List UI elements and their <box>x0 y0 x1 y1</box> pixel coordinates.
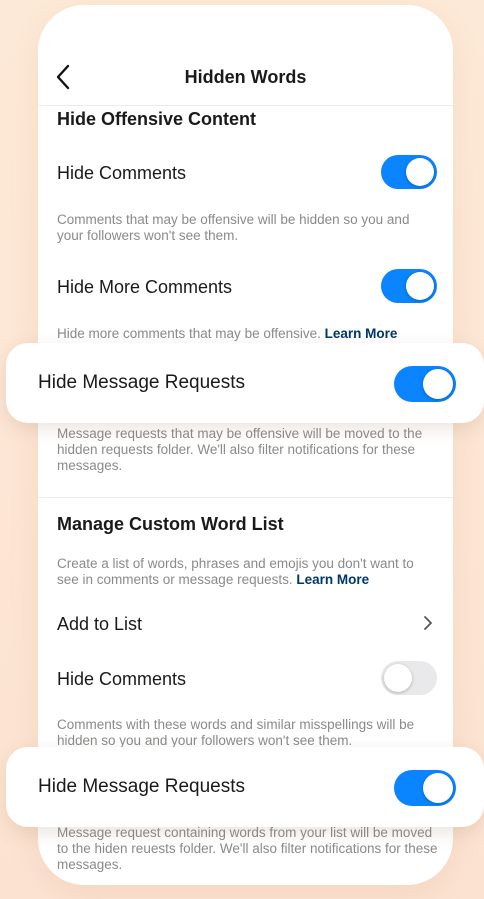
hide-comments-label: Hide Comments <box>57 163 187 183</box>
page-title: Hidden Words <box>184 67 307 87</box>
add-to-list-row[interactable]: Add to List <box>38 601 453 645</box>
hide-comments-description: Comments that may be offensive will be h… <box>57 212 410 243</box>
custom-hide-comments-label: Hide Comments <box>57 669 187 689</box>
toggle-knob <box>406 158 434 186</box>
section-title-custom-word-list: Manage Custom Word List <box>57 514 284 534</box>
section-title-offensive: Hide Offensive Content <box>57 109 257 129</box>
toggle-knob <box>423 369 453 399</box>
custom-hide-comments-toggle[interactable] <box>381 661 437 695</box>
add-to-list-label: Add to List <box>57 614 143 634</box>
hide-more-comments-label: Hide More Comments <box>57 277 233 297</box>
description-text: Hide more comments that may be offensive… <box>57 326 321 341</box>
section-divider <box>38 497 453 498</box>
custom-word-list-description: Create a list of words, phrases and emoj… <box>57 556 437 588</box>
toggle-knob <box>423 773 453 803</box>
custom-hide-message-requests-card: Hide Message Requests <box>6 747 484 827</box>
learn-more-link[interactable]: Learn More <box>325 326 398 341</box>
hide-message-requests-label: Hide Message Requests <box>38 372 245 393</box>
hide-more-comments-description: Hide more comments that may be offensive… <box>57 326 447 342</box>
chevron-right-icon <box>424 616 432 630</box>
custom-hide-message-requests-toggle[interactable] <box>394 770 456 806</box>
custom-hide-message-requests-description: Message request containing words from yo… <box>57 825 438 872</box>
hide-message-requests-description: Message requests that may be offensive w… <box>57 426 423 473</box>
hide-more-comments-toggle[interactable] <box>381 269 437 303</box>
custom-hide-message-requests-label: Hide Message Requests <box>38 776 245 797</box>
hide-message-requests-card: Hide Message Requests <box>6 343 484 423</box>
learn-more-link[interactable]: Learn More <box>296 572 369 587</box>
toggle-knob <box>384 664 412 692</box>
custom-hide-comments-description: Comments with these words and similar mi… <box>57 717 415 748</box>
nav-header: Hidden Words <box>38 53 453 106</box>
toggle-knob <box>406 272 434 300</box>
hide-comments-toggle[interactable] <box>381 155 437 189</box>
hide-message-requests-toggle[interactable] <box>394 366 456 402</box>
